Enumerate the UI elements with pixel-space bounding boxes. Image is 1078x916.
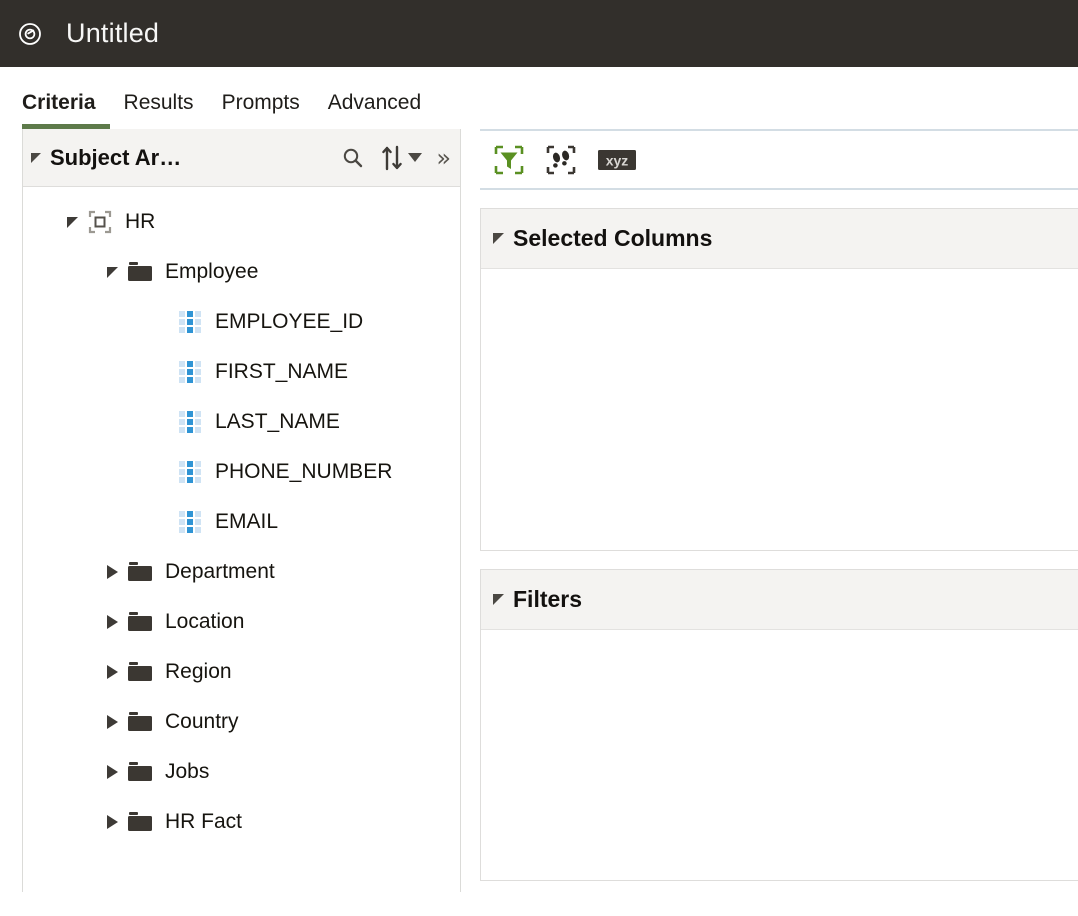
folder-icon (125, 559, 155, 585)
selected-columns-dropzone[interactable] (481, 269, 1078, 550)
filters-dropzone[interactable] (481, 630, 1078, 880)
tree-item-label: HR (125, 210, 155, 234)
expand-triangle-icon[interactable] (99, 565, 125, 579)
tab-criteria[interactable]: Criteria (22, 91, 110, 129)
tree-item-country[interactable]: Country (23, 697, 460, 747)
column-icon (175, 359, 205, 385)
page-title: Untitled (66, 18, 159, 49)
selected-columns-section: Selected Columns (480, 208, 1078, 551)
chevron-down-icon[interactable] (408, 153, 422, 162)
criteria-workspace: xyz Selected Columns Filters (480, 129, 1078, 892)
expand-triangle-icon[interactable] (99, 815, 125, 829)
column-icon (175, 309, 205, 335)
collapse-triangle-icon[interactable] (493, 594, 504, 605)
collapse-triangle-icon[interactable] (493, 233, 504, 244)
tree-item-label: FIRST_NAME (215, 360, 348, 384)
tree-item-employee[interactable]: Employee (23, 247, 460, 297)
expand-triangle-icon[interactable] (59, 217, 85, 228)
tree-item-label: Country (165, 710, 239, 734)
folder-icon (125, 759, 155, 785)
column-icon (175, 459, 205, 485)
subject-areas-panel: Subject Ar… » (22, 129, 461, 892)
subject-areas-tools: » (340, 144, 448, 172)
footprints-icon[interactable] (546, 145, 576, 175)
folder-icon (125, 609, 155, 635)
svg-text:xyz: xyz (606, 152, 629, 168)
expand-triangle-icon[interactable] (99, 615, 125, 629)
sort-icon[interactable] (380, 144, 422, 172)
expand-triangle-icon[interactable] (99, 267, 125, 278)
tree-item-label: Jobs (165, 760, 209, 784)
tab-bar: Criteria Results Prompts Advanced (0, 67, 1078, 129)
tree-item-jobs[interactable]: Jobs (23, 747, 460, 797)
tree-item-label: Region (165, 660, 232, 684)
folder-icon (125, 709, 155, 735)
tree-item-phone-number[interactable]: PHONE_NUMBER (23, 447, 460, 497)
column-icon (175, 409, 205, 435)
column-icon (175, 509, 205, 535)
tree-item-first-name[interactable]: FIRST_NAME (23, 347, 460, 397)
title-bar: Untitled (0, 0, 1078, 67)
compass-gauge-icon (16, 20, 44, 48)
tree-item-label: Employee (165, 260, 258, 284)
folder-icon (125, 259, 155, 285)
subject-area-icon (85, 209, 115, 235)
criteria-toolbar: xyz (480, 129, 1078, 190)
filters-title: Filters (513, 586, 582, 613)
tree-item-label: Department (165, 560, 275, 584)
tree-item-last-name[interactable]: LAST_NAME (23, 397, 460, 447)
expand-triangle-icon[interactable] (99, 765, 125, 779)
tree-item-label: LAST_NAME (215, 410, 340, 434)
tree-item-employee-id[interactable]: EMPLOYEE_ID (23, 297, 460, 347)
tab-advanced[interactable]: Advanced (314, 91, 435, 129)
collapse-triangle-icon[interactable] (31, 153, 41, 163)
subject-areas-title: Subject Ar… (50, 145, 181, 171)
tree-item-label: EMAIL (215, 510, 278, 534)
tree-item-hr-fact[interactable]: HR Fact (23, 797, 460, 847)
tree-item-label: Location (165, 610, 244, 634)
expand-triangle-icon[interactable] (99, 665, 125, 679)
tab-prompts[interactable]: Prompts (208, 91, 314, 129)
folder-icon (125, 659, 155, 685)
selected-columns-header[interactable]: Selected Columns (481, 209, 1078, 269)
tree-item-label: PHONE_NUMBER (215, 460, 392, 484)
filter-icon[interactable] (494, 145, 524, 175)
chevron-double-right-icon[interactable]: » (436, 146, 448, 170)
xyz-variable-icon[interactable]: xyz (598, 147, 636, 173)
tree-item-email[interactable]: EMAIL (23, 497, 460, 547)
tree-item-label: EMPLOYEE_ID (215, 310, 363, 334)
tree-item-label: HR Fact (165, 810, 242, 834)
search-icon[interactable] (340, 145, 366, 171)
tree-item-department[interactable]: Department (23, 547, 460, 597)
tree-item-location[interactable]: Location (23, 597, 460, 647)
folder-icon (125, 809, 155, 835)
subject-areas-header: Subject Ar… » (23, 129, 460, 187)
tree-item-region[interactable]: Region (23, 647, 460, 697)
filters-section: Filters (480, 569, 1078, 881)
main-content: Subject Ar… » (0, 129, 1078, 892)
selected-columns-title: Selected Columns (513, 225, 712, 252)
subject-areas-tree: HR Employee EMPLOYEE_ID (23, 187, 460, 892)
filters-header[interactable]: Filters (481, 570, 1078, 630)
tree-item-hr[interactable]: HR (23, 197, 460, 247)
tab-results[interactable]: Results (110, 91, 208, 129)
expand-triangle-icon[interactable] (99, 715, 125, 729)
